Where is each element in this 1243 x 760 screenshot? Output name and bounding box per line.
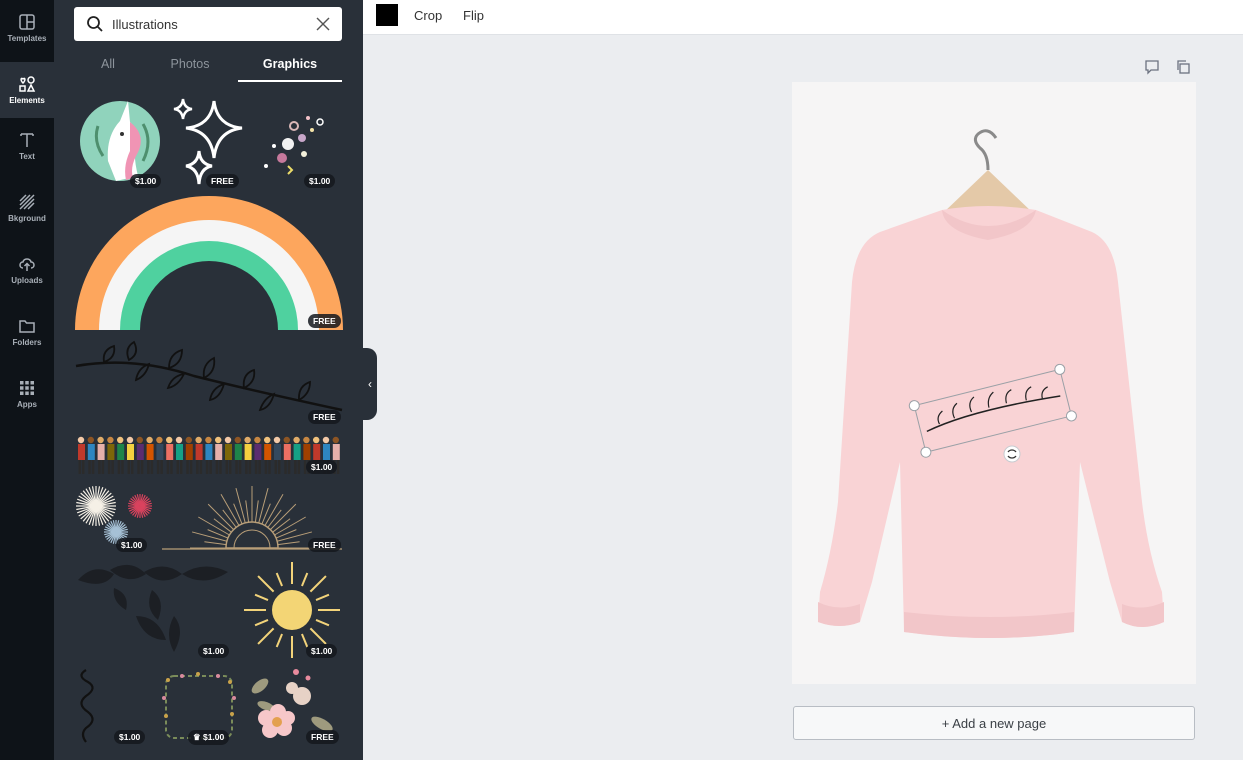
tab-bar: All Photos Graphics [74,50,342,82]
price-badge: $1.00 [130,174,162,188]
tab-photos[interactable]: Photos [154,50,226,82]
rail-label-templates: Templates [7,34,47,43]
add-page-button[interactable]: + Add a new page [793,706,1195,740]
flowers-graphic[interactable]: FREE [244,666,344,746]
rail-item-text[interactable]: Text [0,118,54,174]
price-badge: FREE [308,538,341,552]
rail-label-text: Text [19,152,35,161]
leaves-graphic[interactable]: $1.00 [74,560,236,660]
text-icon [20,133,34,147]
rail-item-apps[interactable]: Apps [0,366,54,422]
rail-label-uploads: Uploads [11,276,43,285]
confetti-graphic[interactable]: $1.00 [254,96,344,188]
price-badge: FREE [308,314,341,328]
comment-icon[interactable] [1144,59,1160,75]
sweatshirt-image[interactable] [792,82,1196,684]
editor-toolbar: Crop Flip [363,0,1243,35]
tab-all[interactable]: All [74,50,142,82]
design-page[interactable] [792,82,1196,684]
color-swatch[interactable] [376,4,398,26]
rail-item-folders[interactable]: Folders [0,304,54,360]
unicorn-graphic[interactable]: $1.00 [78,96,168,188]
price-badge: $1.00 [116,538,148,552]
price-badge: $1.00 [306,644,338,658]
sun-graphic[interactable]: $1.00 [240,560,344,660]
sparkles-graphic[interactable]: FREE [172,96,244,188]
crop-button[interactable]: Crop [414,8,442,23]
flip-button[interactable]: Flip [463,8,484,23]
rail-item-templates[interactable]: Templates [0,0,54,56]
close-icon[interactable] [316,17,330,31]
price-badge: ♛ $1.00 [188,730,230,745]
sunburst-graphic[interactable]: FREE [160,484,344,552]
price-badge: $1.00 [198,644,230,658]
folders-icon [19,320,35,333]
search-input[interactable] [112,16,312,32]
price-badge: FREE [306,730,339,744]
squiggle-graphic[interactable]: $1.00 [74,666,152,746]
rail-label-apps: Apps [17,400,37,409]
search-box[interactable] [74,7,342,41]
fireworks-graphic[interactable]: $1.00 [74,484,158,552]
rainbow-graphic[interactable]: FREE [74,196,344,330]
duplicate-icon[interactable] [1175,59,1191,75]
uploads-icon [19,258,35,271]
search-icon [87,16,103,32]
sidebar-rail: Templates Elements Text Bkground Uploads… [0,0,54,760]
floral-frame-graphic[interactable]: ♛ $1.00 [158,666,240,746]
elements-icon [19,76,36,92]
rail-label-folders: Folders [12,338,42,347]
price-badge: $1.00 [114,730,146,744]
rail-item-elements[interactable]: Elements [0,62,54,118]
apps-icon [20,381,34,395]
rail-item-uploads[interactable]: Uploads [0,242,54,298]
people-crowd-graphic[interactable]: $1.00 [74,430,344,478]
elements-panel: All Photos Graphics $1.00 FREE [54,0,363,760]
price-badge: FREE [206,174,239,188]
tab-graphics[interactable]: Graphics [238,50,342,82]
rail-label-elements: Elements [9,96,45,105]
collapse-panel-button[interactable]: ‹ [363,348,377,420]
price-badge: $1.00 [304,174,336,188]
price-badge: $1.00 [306,460,338,474]
rail-label-background: Bkground [8,214,46,223]
price-badge: FREE [308,410,341,424]
branch-graphic[interactable]: FREE [74,336,344,424]
templates-icon [19,14,35,30]
background-icon [19,194,35,210]
chevron-left-icon: ‹ [368,377,372,391]
rail-item-background[interactable]: Bkground [0,180,54,236]
rotate-icon [1003,445,1021,463]
